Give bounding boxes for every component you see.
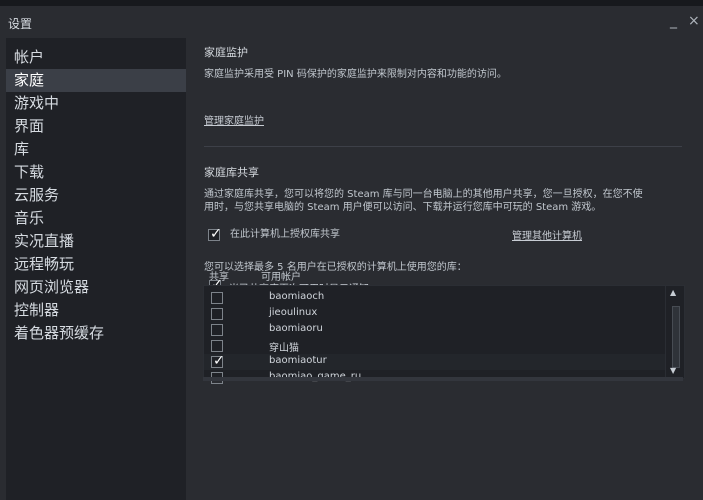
manage-family-view-link[interactable]: 管理家庭监护 <box>204 112 264 127</box>
account-name: jieoulinux <box>269 307 318 318</box>
sidebar-item-music[interactable]: 音乐 <box>6 207 186 230</box>
sidebar-item-label: 界面 <box>14 117 45 135</box>
sidebar-item-label: 控制器 <box>14 301 60 319</box>
share-checkbox[interactable] <box>211 353 225 369</box>
sidebar-item-interface[interactable]: 界面 <box>6 115 186 138</box>
family-view-title: 家庭监护 <box>204 46 248 59</box>
library-sharing-description-line2: 用时，与您共享电脑的 Steam 用户便可以访问、下载并运行您库中可玩的 Ste… <box>204 202 602 213</box>
sidebar-item-label: 着色器预缓存 <box>14 324 105 342</box>
close-button[interactable]: × <box>688 14 700 28</box>
minimize-button[interactable]: _ <box>670 14 677 28</box>
title-bar: 设置 _ × <box>0 6 703 36</box>
table-row[interactable]: baomiaotur <box>204 353 666 370</box>
scroll-up-arrow-icon[interactable]: ▲ <box>670 288 676 297</box>
sidebar-item-library[interactable]: 库 <box>6 138 186 161</box>
table-bottom-border <box>203 377 683 381</box>
scroll-down-arrow-icon[interactable]: ▼ <box>670 366 676 375</box>
family-view-description: 家庭监护采用受 PIN 码保护的家庭监护来限制对内容和功能的访问。 <box>204 69 507 80</box>
authorize-library-sharing-label: 在此计算机上授权库共享 <box>230 229 340 240</box>
window-title: 设置 <box>8 17 33 31</box>
table-scrollbar[interactable]: ▲ ▼ <box>665 286 684 378</box>
table-row[interactable]: jieoulinux <box>204 306 666 322</box>
sidebar-item-in-game[interactable]: 游戏中 <box>6 92 186 115</box>
sidebar-item-web-browser[interactable]: 网页浏览器 <box>6 276 186 299</box>
sidebar-item-label: 远程畅玩 <box>14 255 75 273</box>
sidebar-item-label: 家庭 <box>14 71 45 89</box>
sidebar-item-family[interactable]: 家庭 <box>6 69 186 92</box>
section-divider <box>204 146 682 147</box>
sidebar: 帐户 家庭 游戏中 界面 库 下载 云服务 音乐 实况直播 远程畅玩 网页浏览器… <box>6 38 186 500</box>
sidebar-item-broadcasting[interactable]: 实况直播 <box>6 230 186 253</box>
library-sharing-title: 家庭库共享 <box>204 166 259 179</box>
sidebar-item-account[interactable]: 帐户 <box>6 46 186 69</box>
table-row[interactable]: baomiaoru <box>204 322 666 338</box>
sidebar-item-label: 库 <box>14 140 30 158</box>
sidebar-item-label: 帐户 <box>14 48 45 66</box>
share-checkbox[interactable] <box>211 324 223 336</box>
manage-other-computers-link[interactable]: 管理其他计算机 <box>512 227 582 242</box>
sidebar-item-shader-cache[interactable]: 着色器预缓存 <box>6 322 186 345</box>
sidebar-item-label: 云服务 <box>14 186 60 204</box>
table-row[interactable]: baomiaoch <box>204 290 666 306</box>
sidebar-item-label: 音乐 <box>14 209 45 227</box>
share-checkbox[interactable] <box>211 308 223 320</box>
sidebar-item-remote-play[interactable]: 远程畅玩 <box>6 253 186 276</box>
account-name: baomiaotur <box>269 355 327 366</box>
sidebar-item-cloud[interactable]: 云服务 <box>6 184 186 207</box>
authorize-library-sharing-checkbox[interactable] <box>208 226 222 242</box>
account-name: baomiaoch <box>269 291 325 302</box>
sidebar-item-label: 网页浏览器 <box>14 278 90 296</box>
shared-users-table: baomiaoch jieoulinux baomiaoru 穿山猫 baomi… <box>203 285 685 384</box>
scroll-thumb[interactable] <box>672 306 680 368</box>
account-name: baomiaoru <box>269 323 323 334</box>
table-row[interactable]: 穿山猫 <box>204 338 666 354</box>
share-checkbox[interactable] <box>211 340 223 352</box>
sidebar-item-downloads[interactable]: 下载 <box>6 161 186 184</box>
sidebar-item-controller[interactable]: 控制器 <box>6 299 186 322</box>
sidebar-item-label: 游戏中 <box>14 94 60 112</box>
sidebar-item-label: 下载 <box>14 163 45 181</box>
share-checkbox[interactable] <box>211 292 223 304</box>
account-name: 穿山猫 <box>269 343 299 354</box>
sidebar-item-label: 实况直播 <box>14 232 75 250</box>
main-panel: 家庭监护 家庭监护采用受 PIN 码保护的家庭监护来限制对内容和功能的访问。 管… <box>186 38 703 500</box>
